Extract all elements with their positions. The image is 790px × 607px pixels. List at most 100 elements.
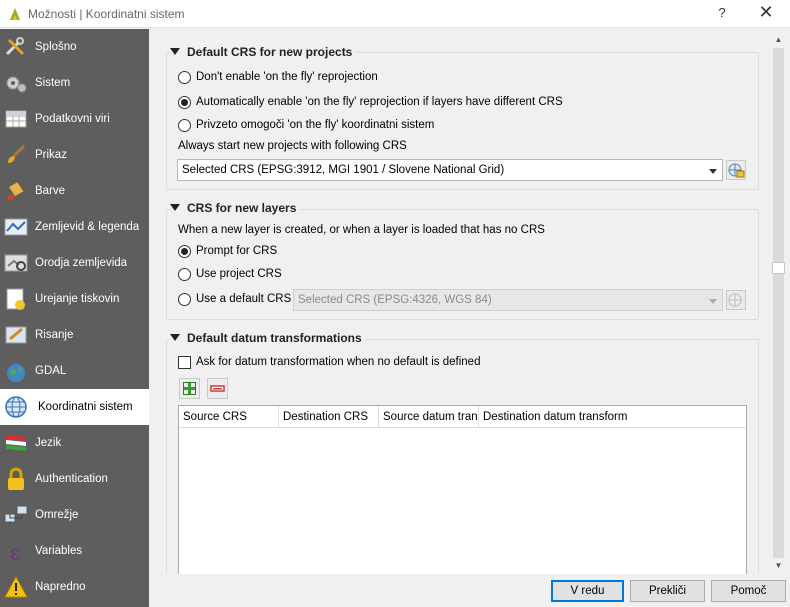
sidebar-item-label: Koordinatni sistem (38, 401, 133, 413)
sidebar-item-variables[interactable]: ε Variables (0, 533, 149, 569)
table-icon (5, 110, 27, 128)
sidebar-item-authentication[interactable]: Authentication (0, 461, 149, 497)
collapse-arrow-icon (170, 334, 180, 341)
radio-project-crs[interactable] (178, 268, 191, 281)
map-tools-icon (4, 254, 28, 272)
radio-prompt-crs[interactable] (178, 245, 191, 258)
ok-button[interactable]: V redu (551, 580, 624, 602)
datum-group-title[interactable]: Default datum transformations (170, 331, 366, 345)
radio-no-otf-label: Don't enable 'on the fly' reprojection (196, 71, 378, 83)
chevron-down-icon (709, 299, 717, 304)
column-header-source-datum[interactable]: Source datum trans (379, 406, 479, 428)
sidebar-item-label: Sistem (35, 77, 71, 89)
radio-default-otf[interactable] (178, 119, 191, 132)
epsilon-icon: ε (10, 540, 20, 563)
radio-no-otf[interactable] (178, 71, 191, 84)
globe-icon (7, 364, 25, 382)
sidebar-item-label: Variables (35, 545, 83, 557)
add-transform-button[interactable] (179, 378, 200, 399)
ask-datum-checkbox-label: Ask for datum transformation when no def… (196, 356, 481, 368)
default-crs-group-title[interactable]: Default CRS for new projects (170, 45, 357, 59)
window-title: Možnosti | Koordinatni sistem (28, 7, 185, 21)
sidebar-item-urejanje-tiskovin[interactable]: Urejanje tiskovin (0, 281, 149, 317)
sidebar-item-label: Omrežje (35, 509, 79, 521)
radio-prompt-crs-label: Prompt for CRS (196, 245, 278, 257)
sidebar-item-label: GDAL (35, 365, 67, 377)
network-icon (4, 505, 28, 525)
svg-text:ε: ε (10, 540, 20, 563)
radio-auto-otf[interactable] (178, 96, 191, 109)
sidebar-item-label: Prikaz (35, 149, 67, 161)
layout-icon (6, 288, 25, 310)
title-bar: Možnosti | Koordinatni sistem ? ✕ (0, 0, 790, 28)
crs-globe-icon (5, 396, 27, 418)
radio-project-crs-label: Use project CRS (196, 268, 282, 280)
datum-transform-table[interactable]: Source CRS Destination CRS Source datum … (178, 405, 747, 575)
sidebar-item-label: Jezik (35, 437, 62, 449)
default-layer-crs-select: Selected CRS (EPSG:4326, WGS 84) (293, 289, 723, 311)
warning-icon (4, 575, 28, 598)
scroll-thumb[interactable] (772, 262, 785, 274)
lock-icon (8, 467, 24, 490)
crs-select-icon (728, 163, 745, 178)
map-legend-icon (4, 218, 28, 236)
sidebar-item-label: Barve (35, 185, 66, 197)
sidebar-item-risanje[interactable]: Risanje (0, 317, 149, 353)
project-crs-select[interactable]: Selected CRS (EPSG:3912, MGI 1901 / Slov… (177, 159, 723, 181)
sidebar-item-orodja-zemljevida[interactable]: Orodja zemljevida (0, 245, 149, 281)
sidebar-item-barve[interactable]: Barve (0, 173, 149, 209)
qgis-logo-icon (10, 8, 20, 20)
scroll-track[interactable] (773, 48, 784, 558)
sidebar-item-napredno[interactable]: Napredno (0, 569, 149, 605)
crs-select-icon (728, 293, 742, 307)
collapse-arrow-icon (170, 48, 180, 55)
sidebar-item-label: Splošno (35, 41, 77, 53)
minus-icon (210, 385, 225, 392)
sidebar-item-sistem[interactable]: Sistem (0, 65, 149, 101)
sidebar-item-zemljevid-legenda[interactable]: Zemljevid & legenda (0, 209, 149, 245)
plus-icon (183, 382, 196, 395)
remove-transform-button[interactable] (207, 378, 228, 399)
render-icon (5, 326, 27, 344)
ask-datum-checkbox[interactable] (178, 356, 191, 369)
flag-icon (6, 435, 26, 451)
brush-icon (8, 144, 26, 163)
sidebar-item-label: Napredno (35, 581, 86, 593)
sidebar-item-prikaz[interactable]: Prikaz (0, 137, 149, 173)
close-icon[interactable]: ✕ (758, 2, 774, 23)
sidebar-item-gdal[interactable]: GDAL (0, 353, 149, 389)
sidebar-item-omrezje[interactable]: Omrežje (0, 497, 149, 533)
sidebar-item-label: Urejanje tiskovin (35, 293, 120, 305)
help-icon[interactable]: ? (716, 5, 728, 20)
gears-icon (6, 76, 27, 93)
scroll-down-icon[interactable]: ▼ (771, 560, 786, 572)
radio-default-crs[interactable] (178, 293, 191, 306)
sidebar-item-label: Podatkovni viri (35, 113, 110, 125)
always-start-label: Always start new projects with following… (178, 140, 407, 152)
chevron-down-icon (709, 169, 717, 174)
tools-icon (5, 37, 25, 56)
options-sidebar: Splošno Sistem Podatkovni viri Prikaz Ba… (0, 29, 149, 607)
cancel-button[interactable]: Prekliči (630, 580, 705, 602)
vertical-scrollbar[interactable]: ▲ ▼ (771, 34, 786, 572)
sidebar-item-label: Risanje (35, 329, 74, 341)
sidebar-item-splosno[interactable]: Splošno (0, 29, 149, 65)
column-header-destination-datum[interactable]: Destination datum transform (479, 406, 746, 428)
radio-default-crs-label: Use a default CRS (196, 293, 292, 305)
column-header-source-crs[interactable]: Source CRS (179, 406, 279, 428)
layer-crs-description: When a new layer is created, or when a l… (178, 224, 545, 236)
crs-selector-button[interactable] (726, 160, 746, 180)
sidebar-item-koordinatni-sistem[interactable]: Koordinatni sistem (0, 389, 149, 425)
collapse-arrow-icon (170, 204, 180, 211)
sidebar-item-podatkovni-viri[interactable]: Podatkovni viri (0, 101, 149, 137)
layer-crs-selector-button (726, 290, 746, 310)
sidebar-item-label: Orodja zemljevida (35, 257, 128, 269)
sidebar-item-label: Zemljevid & legenda (35, 221, 140, 233)
layer-crs-group-title[interactable]: CRS for new layers (170, 201, 301, 215)
radio-default-otf-label: Privzeto omogoči 'on the fly' koordinatn… (196, 119, 435, 131)
paint-icon (7, 181, 25, 201)
help-button[interactable]: Pomoč (711, 580, 786, 602)
column-header-destination-crs[interactable]: Destination CRS (279, 406, 379, 428)
scroll-up-icon[interactable]: ▲ (771, 34, 786, 46)
sidebar-item-jezik[interactable]: Jezik (0, 425, 149, 461)
